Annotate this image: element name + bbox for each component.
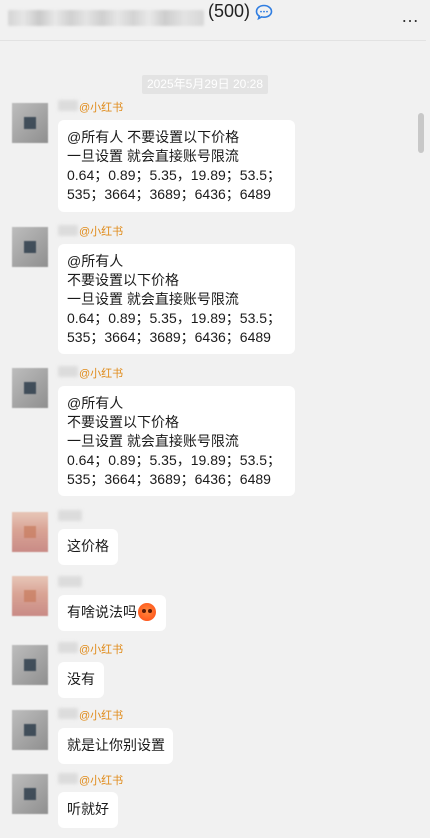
sender-name-redacted bbox=[58, 100, 78, 111]
window-edge bbox=[426, 40, 430, 838]
sender-tag: @小红书 bbox=[79, 644, 124, 656]
sender-name-redacted bbox=[58, 642, 78, 653]
sender-tag: @小红书 bbox=[79, 368, 124, 380]
avatar[interactable] bbox=[12, 227, 48, 267]
message-bubble[interactable]: @所有人 不要设置以下价格 一旦设置 就会直接账号限流 0.64；0.89；5.… bbox=[58, 244, 295, 354]
sender-name-redacted bbox=[58, 773, 78, 784]
group-name-redacted bbox=[8, 10, 204, 26]
message-bubble[interactable]: 听就好 bbox=[58, 792, 118, 828]
sender-tag: @小红书 bbox=[79, 102, 124, 114]
scrollbar-track[interactable] bbox=[415, 40, 423, 838]
timestamp-badge: 2025年5月29日 20:28 bbox=[142, 75, 268, 94]
message-bubble[interactable]: @所有人 不要设置以下价格 一旦设置 就会直接账号限流 0.64；0.89；5.… bbox=[58, 386, 295, 496]
sender-name-redacted bbox=[58, 366, 78, 377]
member-count: (500) bbox=[208, 1, 251, 21]
chat-bubble-icon[interactable] bbox=[255, 4, 273, 20]
message-bubble[interactable]: 这价格 bbox=[58, 529, 118, 565]
avatar[interactable] bbox=[12, 103, 48, 143]
avatar[interactable] bbox=[12, 368, 48, 408]
scrollbar-thumb[interactable] bbox=[418, 113, 424, 153]
message-text: 有啥说法吗 bbox=[67, 604, 137, 620]
more-options-icon[interactable]: … bbox=[401, 6, 420, 27]
avatar[interactable] bbox=[12, 774, 48, 814]
avatar[interactable] bbox=[12, 576, 48, 616]
avatar[interactable] bbox=[12, 645, 48, 685]
message-bubble[interactable]: 没有 bbox=[58, 662, 104, 698]
sender-tag: @小红书 bbox=[79, 710, 124, 722]
sender-name-redacted bbox=[58, 576, 82, 587]
message-bubble[interactable]: @所有人 不要设置以下价格 一旦设置 就会直接账号限流 0.64；0.89；5.… bbox=[58, 120, 295, 212]
avatar[interactable] bbox=[12, 512, 48, 552]
sender-tag: @小红书 bbox=[79, 226, 124, 238]
sender-tag: @小红书 bbox=[79, 775, 124, 787]
message-bubble[interactable]: 有啥说法吗 bbox=[58, 595, 166, 631]
sender-name-redacted bbox=[58, 708, 78, 719]
chat-header: (500) … bbox=[0, 0, 430, 41]
sender-name-redacted bbox=[58, 510, 82, 521]
message-bubble[interactable]: 就是让你别设置 bbox=[58, 728, 173, 764]
angry-face-icon bbox=[138, 603, 156, 621]
avatar[interactable] bbox=[12, 710, 48, 750]
sender-name-redacted bbox=[58, 225, 78, 236]
